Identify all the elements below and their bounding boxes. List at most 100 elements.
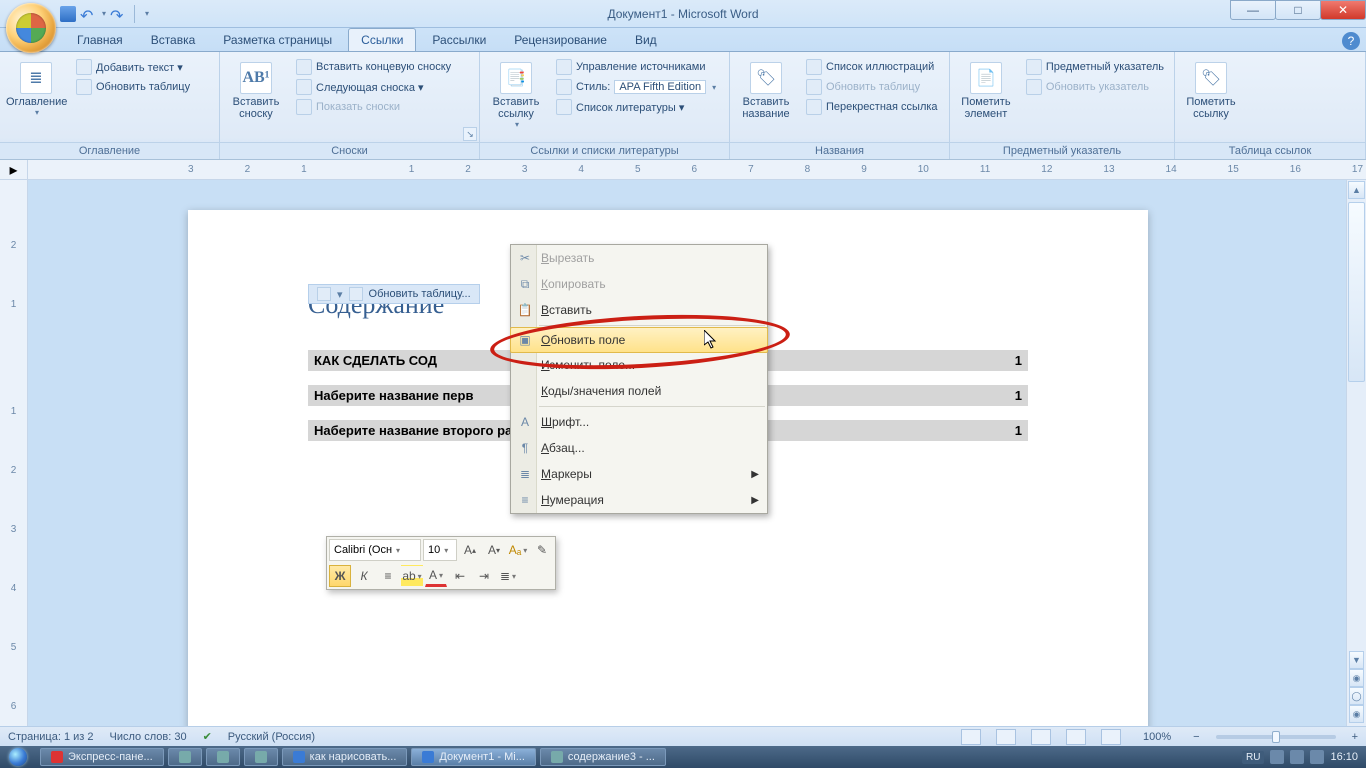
font-select[interactable]: Calibri (Осн▾ [329, 539, 421, 561]
tab-insert[interactable]: Вставка [139, 29, 208, 51]
style-cmd[interactable]: Стиль: APA Fifth Edition▾ [552, 78, 720, 96]
tab-references[interactable]: Ссылки [348, 28, 416, 51]
font-size-select[interactable]: 10▾ [423, 539, 457, 561]
menu-item[interactable]: ≣Маркеры▶ [511, 461, 767, 487]
index-cmd[interactable]: Предметный указатель [1022, 58, 1168, 76]
word-count[interactable]: Число слов: 30 [110, 731, 187, 743]
spell-check-icon[interactable]: ✔ [203, 730, 212, 743]
taskbar-item[interactable]: содержание3 - ... [540, 748, 666, 766]
prev-page-icon[interactable]: ◉ [1349, 669, 1364, 687]
bold-button[interactable]: Ж [329, 565, 351, 587]
scroll-thumb[interactable] [1348, 202, 1365, 382]
outline-view-button[interactable] [1066, 729, 1086, 745]
menu-item[interactable]: AШрифт... [511, 409, 767, 435]
zoom-level[interactable]: 100% [1143, 731, 1171, 743]
qat-customize-icon[interactable]: ▾ [143, 9, 149, 18]
tab-mailings[interactable]: Рассылки [420, 29, 498, 51]
title-bar: ↶ ▾ ↷ ▾ Документ1 - Microsoft Word — □ ✕ [0, 0, 1366, 28]
taskbar-item[interactable] [244, 748, 278, 766]
shrink-font-button[interactable]: A▾ [483, 539, 505, 561]
toc-button[interactable]: ≣ Оглавление ▾ [6, 58, 66, 117]
styles-button[interactable]: Aₐ▾ [507, 539, 529, 561]
scroll-up-icon[interactable]: ▲ [1348, 181, 1365, 199]
add-text-cmd[interactable]: Добавить текст ▾ [72, 58, 194, 76]
style-select[interactable]: APA Fifth Edition [614, 80, 706, 94]
menu-item-icon: ¶ [515, 438, 535, 458]
chevron-down-icon[interactable]: ▾ [100, 9, 106, 18]
increase-indent-button[interactable]: ⇥ [473, 565, 495, 587]
taskbar-item[interactable]: Документ1 - Mi... [411, 748, 535, 766]
vertical-ruler[interactable]: 21123456 [0, 180, 28, 726]
save-icon[interactable] [60, 6, 76, 22]
zoom-in-button[interactable]: + [1352, 731, 1358, 743]
horizontal-ruler[interactable]: 3211234567891011121314151617 [28, 160, 1366, 180]
taskbar-item[interactable] [206, 748, 240, 766]
close-button[interactable]: ✕ [1320, 0, 1366, 20]
maximize-button[interactable]: □ [1275, 0, 1321, 20]
toc-toolbar[interactable]: ▾ Обновить таблицу... [308, 284, 480, 304]
decrease-indent-button[interactable]: ⇤ [449, 565, 471, 587]
vertical-scrollbar[interactable]: ▲ ▼ ◉ ◯ ◉ [1346, 180, 1366, 726]
taskbar-item[interactable]: как нарисовать... [282, 748, 408, 766]
print-layout-view-button[interactable] [961, 729, 981, 745]
scroll-down-icon[interactable]: ▼ [1349, 651, 1364, 669]
ruler-corner[interactable]: ▸ [0, 160, 28, 180]
mark-citation-button[interactable]: 🏷 Пометить ссылку [1181, 58, 1241, 120]
bullets-button[interactable]: ≣▾ [497, 565, 519, 587]
web-layout-view-button[interactable] [1031, 729, 1051, 745]
menu-item[interactable]: Коды/значения полей [511, 378, 767, 404]
dialog-launcher-icon[interactable]: ↘ [463, 127, 477, 141]
help-icon[interactable]: ? [1342, 32, 1360, 50]
cursor-icon [704, 330, 718, 350]
format-painter-button[interactable]: ✎ [531, 539, 553, 561]
insert-caption-button[interactable]: 🏷 Вставить название [736, 58, 796, 120]
menu-item[interactable]: 📋Вставить [511, 297, 767, 323]
tab-view[interactable]: Вид [623, 29, 669, 51]
highlight-button[interactable]: ab▾ [401, 565, 423, 587]
taskbar-item[interactable]: Экспресс-пане... [40, 748, 164, 766]
next-footnote-cmd[interactable]: Следующая сноска ▾ [292, 78, 455, 96]
insert-citation-button[interactable]: 📑 Вставить ссылку ▾ [486, 58, 546, 129]
menu-item[interactable]: ▣Обновить поле [510, 327, 768, 353]
tab-home[interactable]: Главная [65, 29, 135, 51]
mark-entry-button[interactable]: 📄 Пометить элемент [956, 58, 1016, 120]
clock[interactable]: 16:10 [1330, 751, 1358, 763]
page-status[interactable]: Страница: 1 из 2 [8, 731, 94, 743]
manage-sources-cmd[interactable]: Управление источниками [552, 58, 720, 76]
bibliography-cmd[interactable]: Список литературы ▾ [552, 98, 720, 116]
menu-item[interactable]: Изменить поле... [511, 352, 767, 378]
tray-icon[interactable] [1270, 750, 1284, 764]
grow-font-button[interactable]: A▴ [459, 539, 481, 561]
list-of-figures-cmd[interactable]: Список иллюстраций [802, 58, 942, 76]
zoom-out-button[interactable]: − [1193, 731, 1199, 743]
full-screen-view-button[interactable] [996, 729, 1016, 745]
taskbar-item[interactable] [168, 748, 202, 766]
redo-icon[interactable]: ↷ [110, 6, 126, 22]
center-button[interactable]: ≡ [377, 565, 399, 587]
menu-item[interactable]: ≡Нумерация▶ [511, 487, 767, 513]
tray-icon[interactable] [1290, 750, 1304, 764]
language-status[interactable]: Русский (Россия) [228, 731, 315, 743]
tab-review[interactable]: Рецензирование [502, 29, 619, 51]
volume-icon[interactable] [1310, 750, 1324, 764]
minimize-button[interactable]: — [1230, 0, 1276, 20]
office-button[interactable] [6, 3, 56, 53]
group-label: Оглавление [0, 142, 219, 159]
zoom-slider[interactable] [1216, 735, 1336, 739]
input-language[interactable]: RU [1242, 751, 1264, 764]
update-toc-cmd[interactable]: Обновить таблицу [72, 78, 194, 96]
cross-ref-cmd[interactable]: Перекрестная ссылка [802, 98, 942, 116]
menu-item[interactable]: ¶Абзац... [511, 435, 767, 461]
insert-footnote-button[interactable]: AB¹ Вставить сноску [226, 58, 286, 120]
next-page-icon[interactable]: ◉ [1349, 705, 1364, 723]
menu-item-label: Обновить поле [541, 333, 625, 347]
app-icon [217, 751, 229, 763]
font-color-button[interactable]: A▾ [425, 565, 447, 587]
undo-icon[interactable]: ↶ [80, 6, 96, 22]
draft-view-button[interactable] [1101, 729, 1121, 745]
tab-page-layout[interactable]: Разметка страницы [211, 29, 344, 51]
start-button[interactable] [0, 746, 36, 768]
endnote-cmd[interactable]: Вставить концевую сноску [292, 58, 455, 76]
browse-object-icon[interactable]: ◯ [1349, 687, 1364, 705]
italic-button[interactable]: К [353, 565, 375, 587]
